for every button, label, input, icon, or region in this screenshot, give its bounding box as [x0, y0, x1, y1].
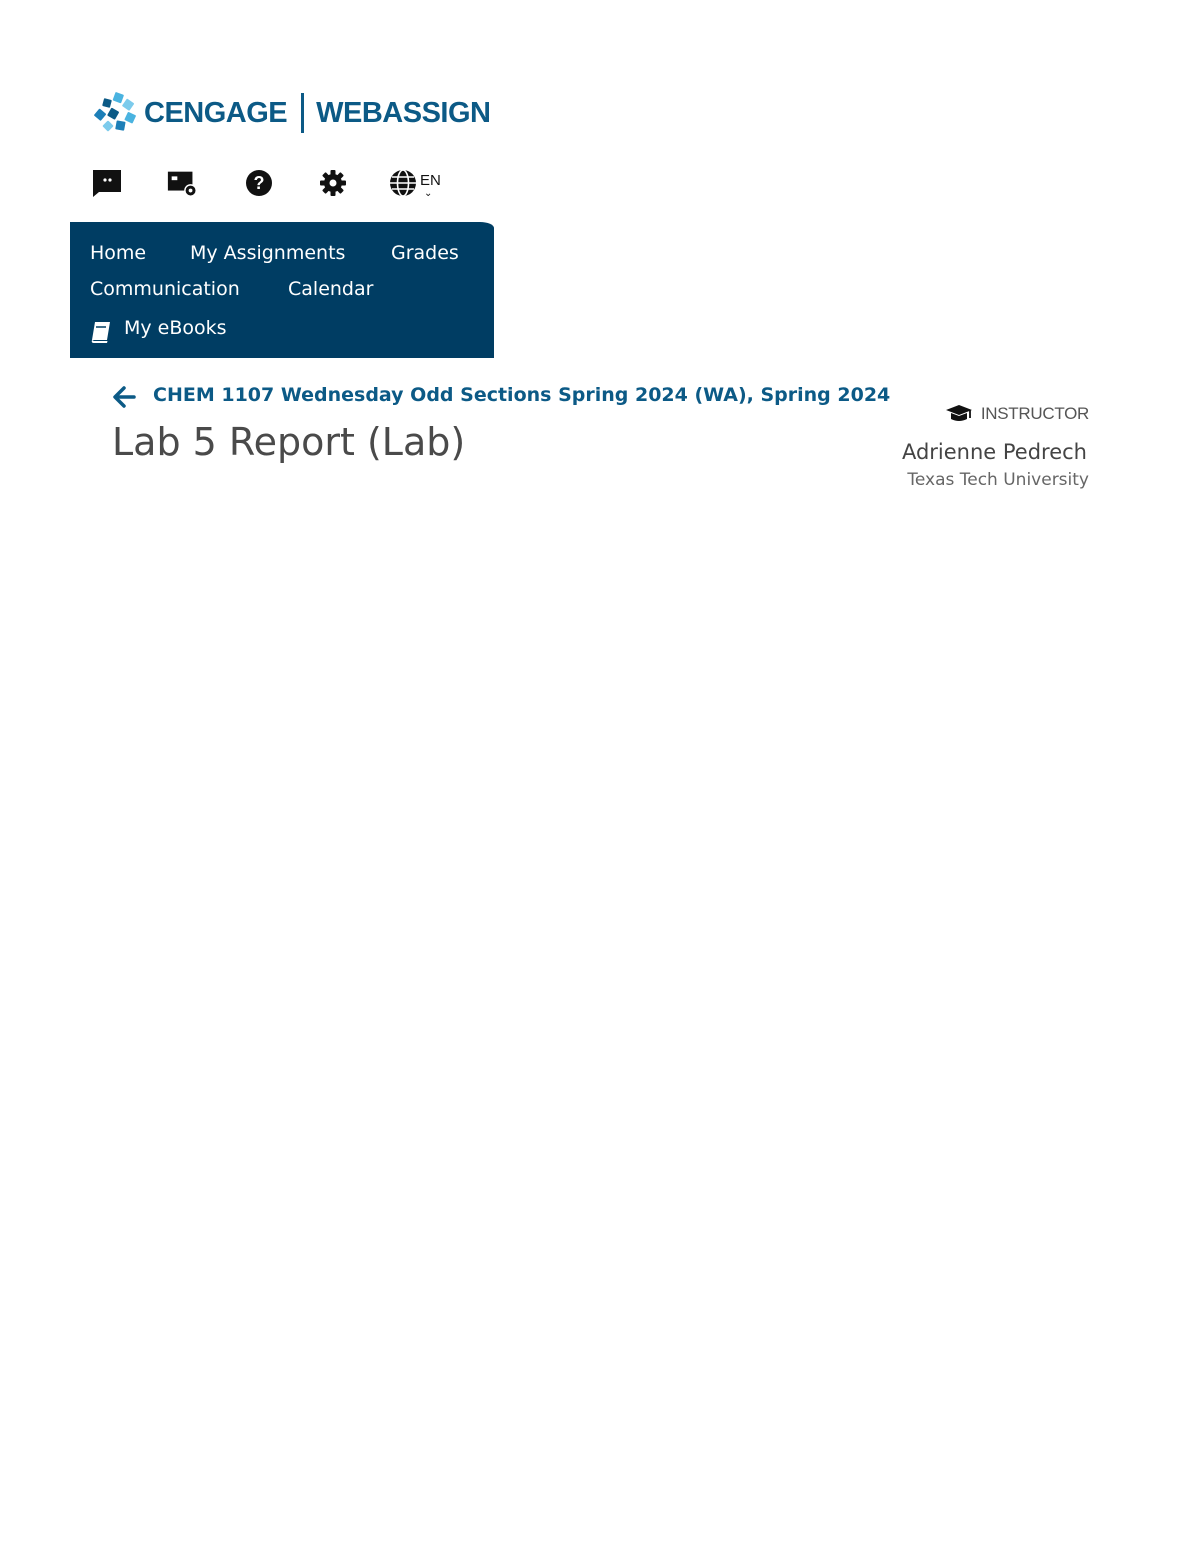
globe-icon: [390, 169, 416, 197]
class-settings-button[interactable]: [166, 166, 200, 200]
chevron-down-icon: ⌄: [424, 188, 433, 199]
message-flag-icon: [93, 170, 121, 197]
nav-item-communication[interactable]: Communication: [90, 278, 240, 300]
user-name: Adrienne Pedrech: [901, 440, 1087, 464]
help-button[interactable]: ?: [242, 166, 276, 200]
settings-button[interactable]: [316, 166, 350, 200]
messages-button[interactable]: [90, 166, 124, 200]
nav-item-grades[interactable]: Grades: [391, 242, 459, 264]
page-title: Lab 5 Report (Lab): [112, 420, 466, 464]
brand-webassign: WEBASSIGN: [316, 96, 491, 129]
user-role: INSTRUCTOR: [945, 404, 1089, 424]
cengage-logo-mark-icon: [94, 92, 136, 132]
brand-separator: [301, 93, 305, 133]
page: CENGAGE WEBASSIGN ? EN ⌄ Home My Assignm…: [0, 0, 1200, 1553]
user-role-label: INSTRUCTOR: [980, 404, 1089, 423]
ebook-icon: [91, 322, 110, 343]
svg-text:?: ?: [254, 173, 265, 193]
nav-item-my-ebooks[interactable]: My eBooks: [124, 317, 227, 339]
language-label: EN: [420, 172, 441, 189]
brand-cengage: CENGAGE: [144, 96, 288, 129]
course-breadcrumb-link[interactable]: CHEM 1107 Wednesday Odd Sections Spring …: [153, 384, 890, 406]
graduation-cap-icon: [945, 405, 972, 421]
settings-gear-icon: [320, 170, 346, 196]
back-arrow-icon[interactable]: [112, 384, 138, 410]
nav-item-calendar[interactable]: Calendar: [288, 278, 373, 300]
help-icon: ?: [246, 170, 272, 196]
card-settings-icon: [167, 171, 197, 197]
user-school: Texas Tech University: [907, 470, 1089, 490]
nav-item-my-assignments[interactable]: My Assignments: [190, 242, 345, 264]
nav-item-home[interactable]: Home: [90, 242, 146, 264]
main-navigation: Home My Assignments Grades Communication…: [70, 222, 494, 358]
top-toolbar: ? EN ⌄: [90, 166, 470, 202]
language-selector[interactable]: EN ⌄: [388, 166, 448, 200]
cengage-webassign-logo[interactable]: CENGAGE WEBASSIGN: [94, 90, 491, 136]
